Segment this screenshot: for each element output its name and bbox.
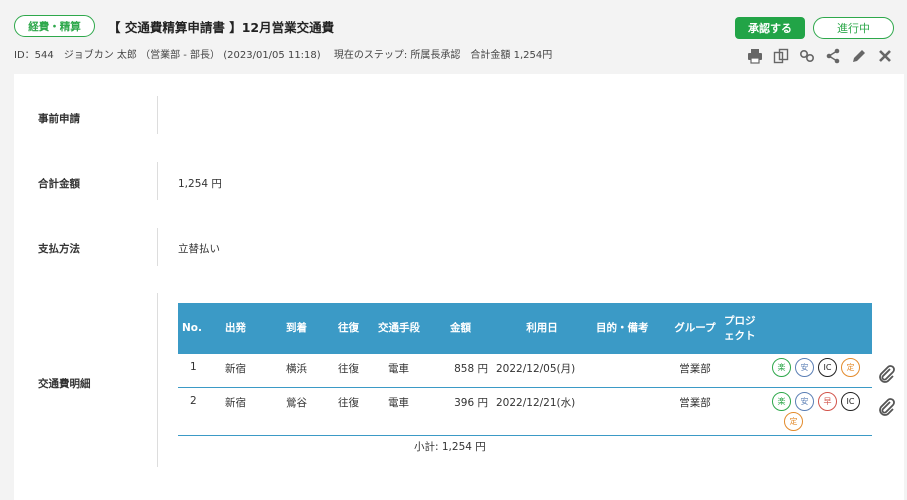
col-project: プロジェクト bbox=[720, 303, 768, 354]
divider bbox=[157, 162, 158, 200]
col-means: 交通手段 bbox=[374, 303, 446, 354]
paperclip-icon[interactable] bbox=[877, 364, 897, 384]
cell-roundtrip: 往復 bbox=[334, 354, 374, 388]
commuter-pass-badge: 定 bbox=[784, 411, 803, 431]
page-header: 経費・精算 【 交通費精算申請書 】12月営業交通費 ID：544 ジョブカン … bbox=[0, 0, 907, 74]
col-amount: 金額 bbox=[446, 303, 492, 354]
ic-badge: IC bbox=[818, 358, 837, 377]
col-from: 出発 bbox=[221, 303, 282, 354]
cell-badges: 楽 安 早 IC 定 bbox=[768, 387, 872, 436]
col-roundtrip: 往復 bbox=[334, 303, 374, 354]
approve-button[interactable]: 承認する bbox=[735, 17, 805, 39]
divider bbox=[157, 228, 158, 266]
divider bbox=[157, 96, 158, 134]
cell-badges: 楽 安 IC 定 bbox=[768, 354, 872, 388]
col-no: No. bbox=[178, 303, 221, 354]
table-row[interactable]: 1 新宿 横浜 往復 電車 858 円 2022/12/05(月) 営業部 楽 … bbox=[178, 354, 872, 388]
total-label: 合計金額 bbox=[38, 178, 80, 190]
share-icon[interactable] bbox=[824, 47, 842, 65]
edit-icon[interactable] bbox=[850, 47, 868, 65]
cell-purpose bbox=[592, 387, 670, 436]
cell-date: 2022/12/21(水) bbox=[492, 387, 592, 436]
cell-no: 1 bbox=[178, 354, 221, 388]
link-icon[interactable] bbox=[798, 47, 816, 65]
divider bbox=[157, 293, 158, 467]
payment-value: 立替払い bbox=[178, 243, 220, 255]
col-purpose: 目的・備考 bbox=[592, 303, 670, 354]
cheap-badge: 安 bbox=[795, 358, 814, 377]
cell-from: 新宿 bbox=[221, 387, 282, 436]
cell-means: 電車 bbox=[374, 387, 446, 436]
cell-project bbox=[720, 354, 768, 388]
detail-panel: 事前申請 合計金額 1,254 円 支払方法 立替払い 交通費明細 No. 出発… bbox=[14, 74, 904, 500]
toolbar bbox=[746, 47, 894, 65]
request-meta: ID：544 ジョブカン 太郎 （営業部 - 部長） (2023/01/05 1… bbox=[14, 50, 553, 61]
page-title: 【 交通費精算申請書 】12月営業交通費 bbox=[108, 20, 335, 35]
payment-label: 支払方法 bbox=[38, 243, 80, 255]
cell-to: 鶯谷 bbox=[282, 387, 334, 436]
details-label: 交通費明細 bbox=[38, 378, 91, 390]
cell-group: 営業部 bbox=[670, 387, 720, 436]
cheap-badge: 安 bbox=[795, 391, 814, 411]
paperclip-icon[interactable] bbox=[877, 397, 897, 417]
expense-table: No. 出発 到着 往復 交通手段 金額 利用日 目的・備考 グループ プロジェ… bbox=[178, 303, 872, 436]
status-badge[interactable]: 進行中 bbox=[813, 17, 894, 39]
fast-badge: 早 bbox=[818, 391, 837, 411]
print-icon[interactable] bbox=[746, 47, 764, 65]
cell-date: 2022/12/05(月) bbox=[492, 354, 592, 388]
cell-from: 新宿 bbox=[221, 354, 282, 388]
category-tag: 経費・精算 bbox=[14, 15, 95, 37]
col-badges bbox=[768, 303, 872, 354]
cell-roundtrip: 往復 bbox=[334, 387, 374, 436]
col-to: 到着 bbox=[282, 303, 334, 354]
col-group: グループ bbox=[670, 303, 720, 354]
table-header-row: No. 出発 到着 往復 交通手段 金額 利用日 目的・備考 グループ プロジェ… bbox=[178, 303, 872, 354]
cell-to: 横浜 bbox=[282, 354, 334, 388]
cell-amount: 858 円 bbox=[446, 354, 492, 388]
table-row[interactable]: 2 新宿 鶯谷 往復 電車 396 円 2022/12/21(水) 営業部 楽 … bbox=[178, 387, 872, 436]
comfort-badge: 楽 bbox=[772, 391, 791, 411]
close-icon[interactable] bbox=[876, 47, 894, 65]
total-value: 1,254 円 bbox=[178, 178, 222, 190]
prior-request-label: 事前申請 bbox=[38, 113, 80, 125]
cell-means: 電車 bbox=[374, 354, 446, 388]
cell-group: 営業部 bbox=[670, 354, 720, 388]
subtotal: 小計: 1,254 円 bbox=[414, 441, 486, 453]
cell-no: 2 bbox=[178, 387, 221, 436]
cell-purpose bbox=[592, 354, 670, 388]
copy-icon[interactable] bbox=[772, 47, 790, 65]
comfort-badge: 楽 bbox=[772, 358, 791, 377]
commuter-pass-badge: 定 bbox=[841, 358, 860, 377]
cell-amount: 396 円 bbox=[446, 387, 492, 436]
ic-badge: IC bbox=[841, 391, 860, 411]
cell-project bbox=[720, 387, 768, 436]
col-date: 利用日 bbox=[492, 303, 592, 354]
